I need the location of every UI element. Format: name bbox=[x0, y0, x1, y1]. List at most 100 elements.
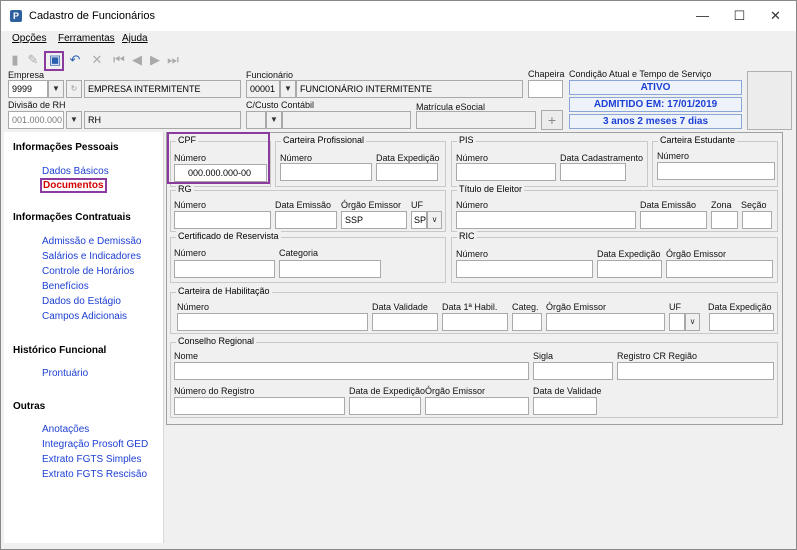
cnh-categ-input[interactable] bbox=[512, 313, 542, 331]
ctps-numero-input[interactable] bbox=[280, 163, 372, 181]
undo-icon[interactable]: ↶ bbox=[67, 52, 83, 68]
conselho-registro-label: Número do Registro bbox=[174, 386, 255, 396]
sidebar-item-dados-basicos[interactable]: Dados Básicos bbox=[42, 166, 109, 177]
conselho-sigla-input[interactable] bbox=[533, 362, 613, 380]
conselho-regiao-input[interactable] bbox=[617, 362, 774, 380]
ccusto-label: C/Custo Contábil bbox=[246, 100, 315, 110]
titulo-data-label: Data Emissão bbox=[640, 200, 697, 210]
empresa-code-field[interactable]: 9999 bbox=[8, 80, 48, 98]
titulo-data-input[interactable] bbox=[640, 211, 707, 229]
rg-numero-input[interactable] bbox=[174, 211, 271, 229]
estudante-numero-input[interactable] bbox=[657, 162, 775, 180]
titulo-secao-input[interactable] bbox=[742, 211, 772, 229]
sidebar-item-anotacoes[interactable]: Anotações bbox=[42, 424, 89, 435]
menu-ferramentas[interactable]: Ferramentas bbox=[58, 33, 115, 44]
titulo-numero-label: Número bbox=[456, 200, 489, 210]
divisao-label: Divisão de RH bbox=[8, 100, 66, 110]
add-matricula-button[interactable]: + bbox=[541, 110, 563, 130]
cnh-data-label: Data Expedição bbox=[708, 302, 772, 312]
cpf-highlight bbox=[167, 132, 270, 184]
delete-icon[interactable]: ✕ bbox=[89, 52, 105, 68]
sidebar-item-admissao[interactable]: Admissão e Demissão bbox=[42, 236, 141, 247]
cnh-uf-select[interactable] bbox=[669, 313, 685, 331]
empresa-dropdown-icon[interactable]: ▼ bbox=[48, 80, 64, 98]
edit-pencil-icon[interactable]: ✎ bbox=[25, 52, 41, 68]
funcionario-dropdown-icon[interactable]: ▼ bbox=[280, 80, 296, 98]
ccusto-name-field bbox=[282, 111, 411, 129]
matricula-field[interactable] bbox=[416, 111, 536, 129]
previous-record-icon[interactable]: ◀ bbox=[129, 52, 145, 68]
divisao-code-field[interactable]: 001.000.000 bbox=[8, 111, 64, 129]
ric-data-label: Data Expedição bbox=[597, 249, 661, 259]
title-bar: P Cadastro de Funcionários — ☐ ✕ bbox=[1, 1, 796, 31]
reservista-numero-label: Número bbox=[174, 248, 207, 258]
sidebar-item-horarios[interactable]: Controle de Horários bbox=[42, 266, 134, 277]
cnh-validade-input[interactable] bbox=[372, 313, 438, 331]
funcionario-code-field[interactable]: 00001 bbox=[246, 80, 280, 98]
titulo-zona-label: Zona bbox=[711, 200, 732, 210]
rg-orgao-input[interactable]: SSP bbox=[341, 211, 407, 229]
divisao-dropdown-icon[interactable]: ▼ bbox=[66, 111, 82, 129]
sidebar-item-integracao-ged[interactable]: Integração Prosoft GED bbox=[42, 439, 148, 450]
pis-numero-input[interactable] bbox=[456, 163, 556, 181]
cnh-numero-input[interactable] bbox=[177, 313, 368, 331]
chapeira-field[interactable] bbox=[528, 80, 563, 98]
titulo-zona-input[interactable] bbox=[711, 211, 738, 229]
chapeira-label: Chapeira bbox=[528, 69, 565, 79]
close-button[interactable]: ✕ bbox=[757, 1, 794, 31]
pis-group: PIS Número Data Cadastramento bbox=[451, 135, 648, 187]
ccusto-dropdown-icon[interactable]: ▼ bbox=[266, 111, 282, 129]
cnh-orgao-input[interactable] bbox=[546, 313, 665, 331]
new-document-icon[interactable]: ▮ bbox=[7, 52, 23, 68]
last-record-icon[interactable]: ⏭ bbox=[165, 52, 181, 68]
reservista-categoria-input[interactable] bbox=[279, 260, 381, 278]
sidebar-item-campos-adicionais[interactable]: Campos Adicionais bbox=[42, 311, 127, 322]
maximize-button[interactable]: ☐ bbox=[721, 1, 758, 31]
empresa-refresh-icon[interactable]: ↻ bbox=[66, 80, 82, 98]
menu-opcoes[interactable]: Opções bbox=[12, 33, 46, 44]
estudante-group: Carteira Estudante Número bbox=[652, 135, 778, 187]
ccusto-code-field[interactable] bbox=[246, 111, 266, 129]
reservista-categoria-label: Categoria bbox=[279, 248, 319, 258]
sidebar-section-contratuais: Informações Contratuais bbox=[13, 212, 131, 223]
admission-date-badge: ADMITIDO EM: 17/01/2019 bbox=[569, 97, 742, 112]
sidebar-item-fgts-rescisao[interactable]: Extrato FGTS Rescisão bbox=[42, 469, 147, 480]
conselho-nome-input[interactable] bbox=[174, 362, 529, 380]
rg-uf-select[interactable]: SP bbox=[411, 211, 427, 229]
cnh-uf-dropdown-icon[interactable]: ∨ bbox=[685, 313, 700, 331]
app-logo-icon: P bbox=[10, 10, 22, 22]
rg-uf-label: UF bbox=[411, 200, 423, 210]
cnh-categ-label: Categ. bbox=[512, 302, 539, 312]
sidebar-item-estagio[interactable]: Dados do Estágio bbox=[42, 296, 121, 307]
rg-numero-label: Número bbox=[174, 200, 207, 210]
ric-data-input[interactable] bbox=[597, 260, 662, 278]
reservista-numero-input[interactable] bbox=[174, 260, 275, 278]
conselho-registro-input[interactable] bbox=[174, 397, 345, 415]
ric-numero-input[interactable] bbox=[456, 260, 593, 278]
reservista-title: Certificado de Reservista bbox=[176, 231, 281, 241]
first-record-icon[interactable]: ⏮ bbox=[111, 52, 127, 68]
ctps-data-input[interactable] bbox=[376, 163, 438, 181]
cnh-numero-label: Número bbox=[177, 302, 210, 312]
main-window: P Cadastro de Funcionários — ☐ ✕ Opções … bbox=[0, 0, 797, 550]
menu-ajuda[interactable]: Ajuda bbox=[122, 33, 148, 44]
cnh-data-input[interactable] bbox=[709, 313, 774, 331]
conselho-validade-input[interactable] bbox=[533, 397, 597, 415]
minimize-button[interactable]: — bbox=[684, 1, 721, 31]
rg-orgao-label: Órgão Emissor bbox=[341, 200, 402, 210]
next-record-icon[interactable]: ▶ bbox=[147, 52, 163, 68]
conselho-data-input[interactable] bbox=[349, 397, 421, 415]
sidebar-item-documentos[interactable]: Documentos bbox=[40, 178, 107, 193]
cnh-primeira-input[interactable] bbox=[442, 313, 508, 331]
sidebar-item-beneficios[interactable]: Benefícios bbox=[42, 281, 89, 292]
employee-photo[interactable] bbox=[747, 71, 792, 130]
sidebar-item-salarios[interactable]: Salários e Indicadores bbox=[42, 251, 141, 262]
pis-data-input[interactable] bbox=[560, 163, 626, 181]
conselho-orgao-input[interactable] bbox=[425, 397, 529, 415]
titulo-numero-input[interactable] bbox=[456, 211, 636, 229]
ric-orgao-input[interactable] bbox=[666, 260, 773, 278]
rg-data-input[interactable] bbox=[275, 211, 337, 229]
sidebar-item-fgts-simples[interactable]: Extrato FGTS Simples bbox=[42, 454, 141, 465]
sidebar-item-prontuario[interactable]: Prontuário bbox=[42, 368, 88, 379]
rg-uf-dropdown-icon[interactable]: ∨ bbox=[427, 211, 442, 229]
